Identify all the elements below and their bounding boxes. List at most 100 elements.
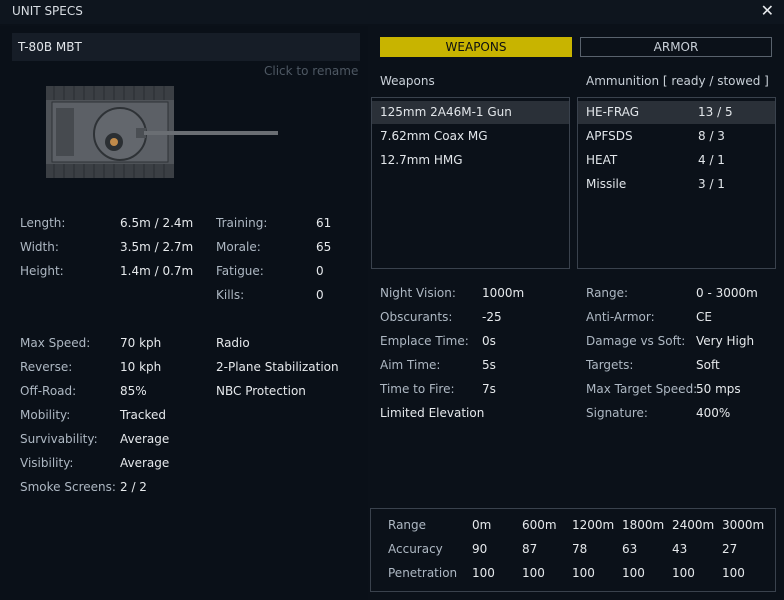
height-value: 1.4m / 0.7m xyxy=(120,264,194,278)
ammo-name: HE-FRAG xyxy=(586,105,639,119)
time-to-fire-label: Time to Fire: xyxy=(380,382,455,396)
survivability-value: Average xyxy=(120,432,170,446)
smoke-screens-label: Smoke Screens: xyxy=(20,480,116,494)
unit-name: T-80B MBT xyxy=(18,40,82,54)
kills-label: Kills: xyxy=(216,288,245,302)
reverse-label: Reverse: xyxy=(20,360,73,374)
weapon-item[interactable]: 125mm 2A46M-1 Gun xyxy=(372,101,569,124)
fatigue-value: 0 xyxy=(316,264,324,278)
penetration-cell: 100 xyxy=(572,566,595,580)
range-cell: 3000m xyxy=(722,518,765,532)
accuracy-cell: 87 xyxy=(522,542,538,556)
training-value: 61 xyxy=(316,216,332,230)
feature-stabilization: 2-Plane Stabilization xyxy=(216,360,339,374)
off-road-label: Off-Road: xyxy=(20,384,77,398)
anti-armor-value: CE xyxy=(696,310,712,324)
ammo-name: APFSDS xyxy=(586,129,633,143)
feature-radio: Radio xyxy=(216,336,250,350)
range-cell: 1200m xyxy=(572,518,615,532)
tab-weapons[interactable]: WEAPONS xyxy=(380,37,572,57)
range-value: 0 - 3000m xyxy=(696,286,758,300)
max-speed-label: Max Speed: xyxy=(20,336,91,350)
targets-value: Soft xyxy=(696,358,720,372)
morale-label: Morale: xyxy=(216,240,261,254)
accuracy-cell: 27 xyxy=(722,542,738,556)
reverse-value: 10 kph xyxy=(120,360,162,374)
window-title: UNIT SPECS xyxy=(12,4,83,18)
tank-icon xyxy=(46,86,278,178)
ammo-item[interactable]: Missile 3 / 1 xyxy=(578,173,775,196)
range-cell: 600m xyxy=(522,518,557,532)
range-row-label: Range xyxy=(388,518,427,532)
morale-value: 65 xyxy=(316,240,332,254)
feature-nbc: NBC Protection xyxy=(216,384,306,398)
obscurants-value: -25 xyxy=(482,310,502,324)
signature-value: 400% xyxy=(696,406,731,420)
penetration-row-label: Penetration xyxy=(388,566,458,580)
night-vision-label: Night Vision: xyxy=(380,286,456,300)
ammo-count: 8 / 3 xyxy=(698,129,725,143)
kills-value: 0 xyxy=(316,288,324,302)
ammo-count: 13 / 5 xyxy=(698,105,733,119)
obscurants-label: Obscurants: xyxy=(380,310,453,324)
night-vision-value: 1000m xyxy=(482,286,525,300)
aim-time-value: 5s xyxy=(482,358,496,372)
tab-armor[interactable]: ARMOR xyxy=(580,37,772,57)
training-label: Training: xyxy=(216,216,268,230)
length-value: 6.5m / 2.4m xyxy=(120,216,194,230)
ammo-count: 3 / 1 xyxy=(698,177,725,191)
damage-vs-soft-label: Damage vs Soft: xyxy=(586,334,686,348)
ammo-count: 4 / 1 xyxy=(698,153,725,167)
ammo-name: HEAT xyxy=(586,153,618,167)
accuracy-cell: 90 xyxy=(472,542,488,556)
penetration-cell: 100 xyxy=(622,566,645,580)
max-target-speed-value: 50 mps xyxy=(696,382,741,396)
length-label: Length: xyxy=(20,216,66,230)
weapons-heading: Weapons xyxy=(380,74,435,88)
off-road-value: 85% xyxy=(120,384,147,398)
ammo-list: HE-FRAG 13 / 5 APFSDS 8 / 3 HEAT 4 / 1 M… xyxy=(577,97,776,269)
width-label: Width: xyxy=(20,240,59,254)
weapons-list: 125mm 2A46M-1 Gun 7.62mm Coax MG 12.7mm … xyxy=(371,97,570,269)
visibility-label: Visibility: xyxy=(20,456,74,470)
signature-label: Signature: xyxy=(586,406,648,420)
ammo-item[interactable]: HE-FRAG 13 / 5 xyxy=(578,101,775,124)
ammo-item[interactable]: APFSDS 8 / 3 xyxy=(578,125,775,148)
weapon-item[interactable]: 7.62mm Coax MG xyxy=(372,125,569,148)
width-value: 3.5m / 2.7m xyxy=(120,240,194,254)
penetration-cell: 100 xyxy=(672,566,695,580)
weapon-item[interactable]: 12.7mm HMG xyxy=(372,149,569,172)
max-speed-value: 70 kph xyxy=(120,336,162,350)
visibility-value: Average xyxy=(120,456,170,470)
aim-time-label: Aim Time: xyxy=(380,358,441,372)
rename-hint[interactable]: Click to rename xyxy=(264,64,358,78)
emplace-time-label: Emplace Time: xyxy=(380,334,469,348)
ammo-item[interactable]: HEAT 4 / 1 xyxy=(578,149,775,172)
targets-label: Targets: xyxy=(586,358,634,372)
range-label: Range: xyxy=(586,286,629,300)
damage-vs-soft-value: Very High xyxy=(696,334,755,348)
ammo-name: Missile xyxy=(586,177,627,191)
range-cell: 2400m xyxy=(672,518,715,532)
range-cell: 0m xyxy=(472,518,492,532)
mobility-value: Tracked xyxy=(120,408,166,422)
accuracy-cell: 43 xyxy=(672,542,688,556)
max-target-speed-label: Max Target Speed: xyxy=(586,382,698,396)
title-bar xyxy=(0,0,784,24)
mobility-label: Mobility: xyxy=(20,408,71,422)
fatigue-label: Fatigue: xyxy=(216,264,264,278)
penetration-cell: 100 xyxy=(522,566,545,580)
weapon-note: Limited Elevation xyxy=(380,406,485,420)
penetration-cell: 100 xyxy=(722,566,745,580)
smoke-screens-value: 2 / 2 xyxy=(120,480,147,494)
accuracy-cell: 78 xyxy=(572,542,588,556)
penetration-cell: 100 xyxy=(472,566,495,580)
emplace-time-value: 0s xyxy=(482,334,496,348)
time-to-fire-value: 7s xyxy=(482,382,496,396)
survivability-label: Survivability: xyxy=(20,432,98,446)
close-icon[interactable]: ✕ xyxy=(761,1,774,20)
accuracy-row-label: Accuracy xyxy=(388,542,443,556)
anti-armor-label: Anti-Armor: xyxy=(586,310,655,324)
height-label: Height: xyxy=(20,264,64,278)
unit-name-field[interactable]: T-80B MBT xyxy=(12,33,360,61)
